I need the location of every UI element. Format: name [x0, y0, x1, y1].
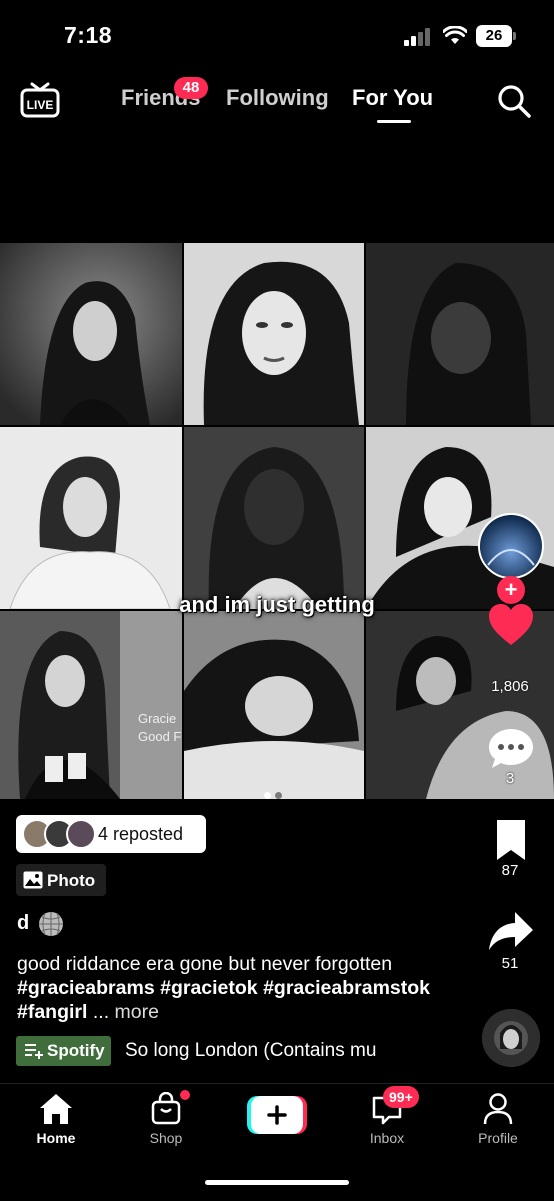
disco-ball-icon — [39, 912, 63, 936]
repost-label: 4 reposted — [98, 824, 184, 844]
heart-icon[interactable] — [487, 603, 535, 647]
photo-tag-label: Photo — [47, 871, 96, 890]
comment-count: 3 — [505, 770, 515, 787]
comment-icon[interactable] — [487, 727, 535, 771]
grid-photo-text: Good F — [138, 729, 181, 744]
hashtag[interactable]: #gracieabramstok — [263, 977, 430, 999]
image-icon — [23, 871, 43, 889]
grid-photo — [0, 427, 182, 609]
carousel-dot-active — [264, 792, 271, 799]
battery-level: 26 — [476, 25, 512, 47]
carousel-indicator — [264, 786, 286, 804]
inbox-badge: 99+ — [383, 1086, 419, 1108]
grid-photo: Gracie Good F — [0, 611, 182, 799]
follow-button[interactable]: + — [497, 576, 525, 604]
overlay-caption: and im just getting — [179, 592, 375, 617]
music-disc[interactable] — [482, 1009, 540, 1067]
live-label: LIVE — [27, 98, 54, 112]
repost-avatar — [66, 819, 96, 849]
username[interactable]: d — [17, 912, 29, 935]
bookmark-count: 87 — [501, 862, 519, 879]
like-count: 1,806 — [491, 678, 529, 695]
description-ellipsis: ... — [92, 1001, 110, 1023]
tab-home-label: Home — [36, 1130, 76, 1146]
repost-indicator[interactable]: 4 reposted — [16, 815, 206, 853]
photo-mode-tag: Photo — [16, 864, 106, 896]
friends-badge: 48 — [174, 77, 208, 99]
grid-photo — [184, 611, 364, 799]
tab-shop-label: Shop — [149, 1130, 183, 1146]
grid-photo — [184, 427, 364, 609]
create-button[interactable] — [247, 1096, 307, 1134]
home-indicator — [205, 1180, 349, 1185]
hashtag[interactable]: #fangirl — [17, 1001, 87, 1023]
photo-carousel[interactable]: Gracie Good F — [0, 243, 554, 799]
active-tab-indicator — [377, 120, 411, 123]
tab-inbox-label: Inbox — [369, 1130, 405, 1146]
more-link[interactable]: more — [115, 1001, 159, 1023]
tab-profile-label: Profile — [478, 1130, 518, 1146]
spotify-chip[interactable]: Spotify — [16, 1036, 111, 1066]
battery-icon: 26 — [476, 25, 518, 47]
add-to-playlist-icon — [25, 1044, 43, 1059]
home-icon — [40, 1094, 72, 1124]
grid-photo-text: Gracie — [138, 711, 176, 726]
share-count: 51 — [501, 955, 519, 972]
carousel-dot — [275, 792, 282, 799]
shop-notification-dot — [180, 1090, 190, 1100]
spotify-label: Spotify — [47, 1041, 105, 1060]
tab-following[interactable]: Following — [226, 85, 329, 111]
search-icon[interactable] — [496, 83, 532, 119]
description-text: good riddance era gone but never forgott… — [17, 953, 393, 975]
bookmark-icon[interactable] — [487, 818, 535, 862]
creator-avatar[interactable] — [478, 513, 544, 579]
post-description[interactable]: good riddance era gone but never forgott… — [17, 952, 457, 1024]
shop-bag-icon — [151, 1092, 181, 1125]
live-icon[interactable]: LIVE — [20, 80, 60, 120]
tab-for-you[interactable]: For You — [352, 85, 433, 111]
hashtag[interactable]: #gracietok — [160, 977, 258, 999]
grid-photo — [0, 243, 182, 425]
cellular-signal-icon — [404, 28, 430, 46]
wifi-icon — [443, 26, 467, 44]
grid-photo — [184, 243, 364, 425]
status-time: 7:18 — [64, 22, 113, 48]
hashtag[interactable]: #gracieabrams — [17, 977, 155, 999]
profile-icon — [483, 1093, 513, 1125]
share-icon[interactable] — [487, 910, 535, 954]
grid-photo — [366, 243, 554, 425]
sound-title[interactable]: So long London (Contains mu — [125, 1040, 376, 1062]
